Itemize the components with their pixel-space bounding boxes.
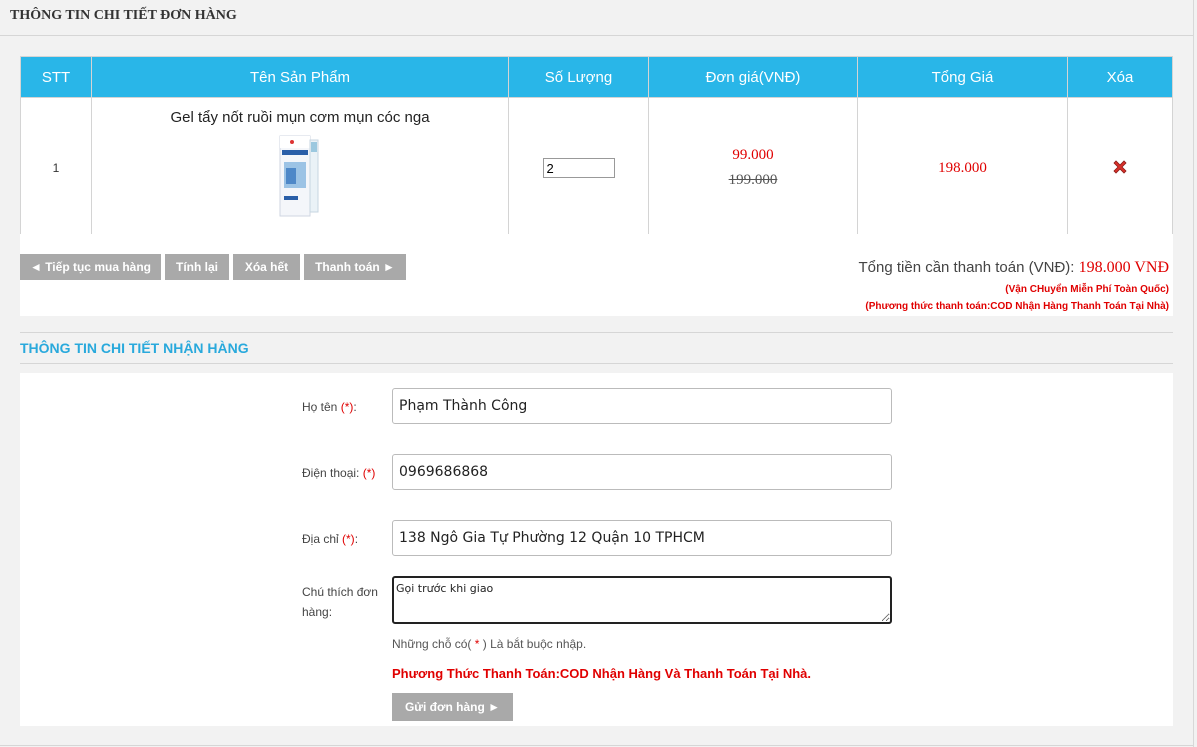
delete-item-icon[interactable] [1111, 158, 1129, 176]
total-label: Tổng tiền cần thanh toán (VNĐ): [858, 259, 1079, 276]
shipping-form: Họ tên (*): Điện thoại: (*) Địa chỉ (*):… [20, 373, 1173, 726]
required-mark: (*) [342, 532, 355, 546]
checkout-button[interactable]: Thanh toán ► [304, 254, 406, 280]
submit-order-button[interactable]: Gửi đơn hàng ► [392, 693, 513, 721]
quantity-input[interactable] [542, 158, 615, 178]
clear-all-button[interactable]: Xóa hết [233, 254, 300, 280]
col-header-stt: STT [20, 56, 92, 98]
required-hint: Những chỗ có( * ) Là bắt buộc nhập. [392, 637, 587, 651]
row-quantity-cell [508, 97, 649, 239]
divider [0, 35, 1193, 36]
required-mark: (*) [362, 466, 376, 480]
row-delete-cell [1067, 97, 1173, 239]
product-box-image [279, 135, 319, 216]
recalculate-button[interactable]: Tính lại [165, 254, 229, 280]
shipping-note: (Vận CHuyển Miễn Phí Toàn Quốc) [1005, 284, 1169, 295]
table-row: 1 Gel tẩy nốt ruồi mụn cơm mụn cóc nga 2… [20, 97, 1173, 239]
divider [0, 745, 1193, 746]
order-page: THÔNG TIN CHI TIẾT ĐƠN HÀNG STT Tên Sản … [0, 0, 1194, 747]
product-image[interactable] [270, 132, 330, 220]
row-price-cell: 99.000 199.000 [648, 97, 858, 239]
divider [20, 363, 1173, 364]
cart-table: STT Tên Sản Phẩm Số Lượng Đơn giá(VNĐ) T… [20, 56, 1173, 239]
row-product-cell: Gel tẩy nốt ruồi mụn cơm mụn cóc nga [91, 97, 509, 239]
phone-label: Điện thoại: (*) [302, 466, 376, 480]
red-x-icon [1113, 159, 1127, 174]
address-input[interactable] [392, 520, 892, 556]
col-header-unit-price: Đơn giá(VNĐ) [648, 56, 858, 98]
col-header-product: Tên Sản Phẩm [91, 56, 509, 98]
continue-shopping-button[interactable]: ◄ Tiếp tục mua hàng [20, 254, 161, 280]
sale-price: 99.000 [732, 147, 774, 163]
col-header-quantity: Số Lượng [508, 56, 649, 98]
order-note-textarea[interactable]: Gọi trước khi giao [392, 576, 892, 624]
original-price: 199.000 [728, 172, 778, 188]
payment-method-text: Phương Thức Thanh Toán:COD Nhận Hàng Và … [392, 666, 812, 681]
col-header-delete: Xóa [1067, 56, 1173, 98]
row-total: 198.000 [857, 97, 1068, 239]
shipping-section-title: THÔNG TIN CHI TIẾT NHẬN HÀNG [20, 340, 249, 356]
col-header-total: Tổng Giá [857, 56, 1068, 98]
total-amount: 198.000 VNĐ [1078, 259, 1169, 276]
order-section-title: THÔNG TIN CHI TIẾT ĐƠN HÀNG [10, 8, 237, 23]
required-mark: (*) [340, 400, 354, 414]
row-stt: 1 [20, 97, 92, 239]
cart-header-row: STT Tên Sản Phẩm Số Lượng Đơn giá(VNĐ) T… [20, 56, 1173, 98]
payment-note: (Phương thức thanh toán:COD Nhận Hàng Th… [865, 301, 1169, 312]
name-label: Họ tên (*): [302, 400, 357, 414]
divider [20, 332, 1173, 333]
order-total: Tổng tiền cần thanh toán (VNĐ): 198.000 … [859, 259, 1170, 277]
note-label: Chú thích đơn hàng: [302, 585, 378, 619]
product-name[interactable]: Gel tẩy nốt ruồi mụn cơm mụn cóc nga [93, 109, 507, 126]
name-input[interactable] [392, 388, 892, 424]
address-label: Địa chỉ (*): [302, 532, 359, 546]
phone-input[interactable] [392, 454, 892, 490]
